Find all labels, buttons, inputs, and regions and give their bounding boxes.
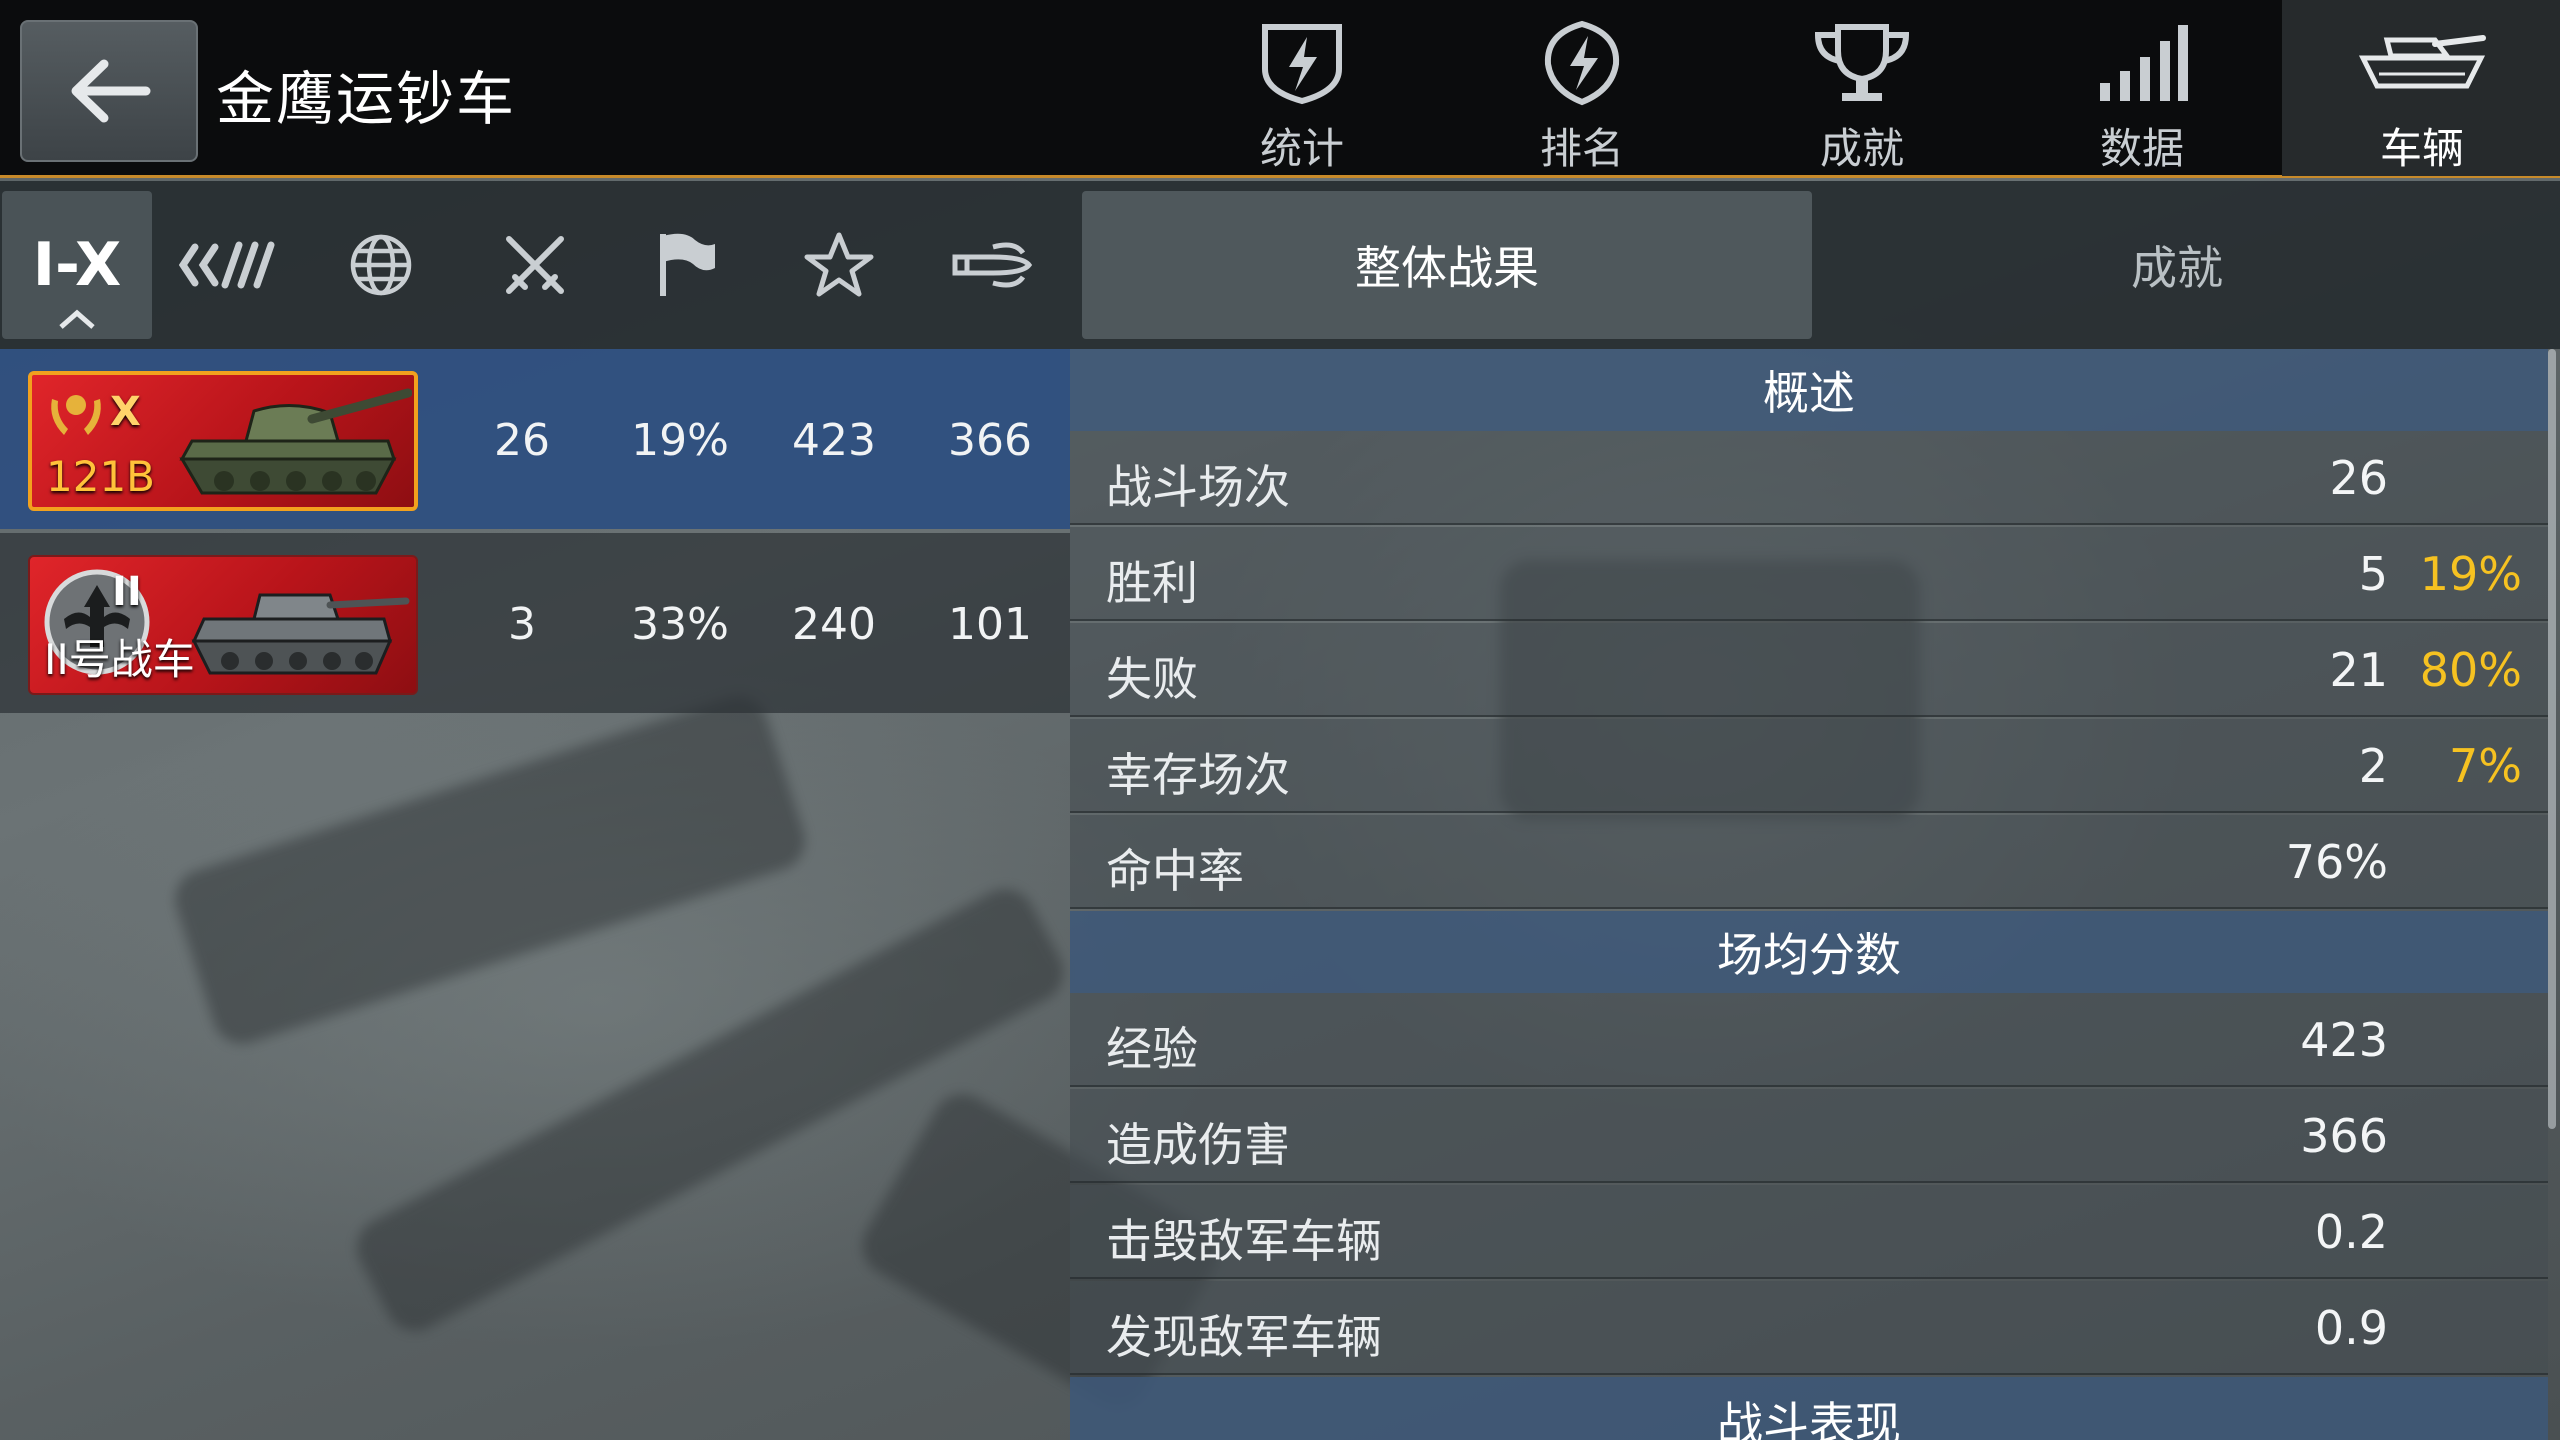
nation-globe-icon xyxy=(350,234,412,296)
stats-tab-bar: 整体战果 成就 xyxy=(1070,181,2560,349)
tank-icon xyxy=(2358,34,2486,88)
tab-ranking[interactable]: 排名 xyxy=(1442,0,1722,176)
tank-image xyxy=(191,593,410,675)
tier-filter[interactable]: I-X xyxy=(2,191,152,339)
star-icon xyxy=(804,232,874,297)
vehicle-card: X 121B xyxy=(28,371,418,511)
scrollbar[interactable] xyxy=(2548,349,2556,1129)
top-bar: 金鹰运钞车 统计 排名 成就 数据 车辆 xyxy=(0,0,2560,178)
stat-row: 失败 21 80% xyxy=(1070,623,2548,717)
stat-row: 战斗场次 26 xyxy=(1070,431,2548,525)
stat-row: 造成伤害 366 xyxy=(1070,1089,2548,1183)
tab-statistics[interactable]: 统计 xyxy=(1162,0,1442,176)
vehicle-avg-xp: 240 xyxy=(792,599,876,650)
vehicle-class-filter[interactable] xyxy=(152,191,302,339)
tab-achievements[interactable]: 成就 xyxy=(1722,0,2002,176)
vehicle-avg-xp: 423 xyxy=(792,415,876,466)
section-header-overview: 概述 xyxy=(1070,349,2548,431)
vehicle-win-rate: 33% xyxy=(631,599,729,650)
nation-filter[interactable] xyxy=(306,191,456,339)
tab-overall-results[interactable]: 整体战果 xyxy=(1082,191,1812,339)
filter-bar: I-X xyxy=(0,181,1070,349)
page-title: 金鹰运钞车 xyxy=(216,65,517,133)
tab-vehicles[interactable]: 车辆 xyxy=(2282,0,2560,176)
crossed-swords-icon xyxy=(506,236,564,294)
arrow-left-icon xyxy=(71,59,151,123)
shell-icon xyxy=(952,242,1033,288)
stat-row: 经验 423 xyxy=(1070,993,2548,1087)
vehicle-win-rate: 19% xyxy=(631,415,729,466)
badge-lightning-icon xyxy=(1544,20,1620,105)
trophy-icon xyxy=(1814,23,1910,101)
mode-filter[interactable] xyxy=(612,191,762,339)
shield-lightning-icon xyxy=(1262,23,1342,104)
vehicle-card: II II号战车 xyxy=(28,555,418,695)
tier-laurel-icon xyxy=(51,395,101,435)
vehicle-battles: 3 xyxy=(508,599,536,650)
flag-icon xyxy=(660,233,715,296)
bars-icon xyxy=(2100,24,2188,101)
vehicle-row-pz2[interactable]: II II号战车 3 33% 240 101 xyxy=(0,533,1070,713)
tank-image xyxy=(179,388,412,495)
section-header-average: 场均分数 xyxy=(1070,911,2548,993)
chevron-up-icon xyxy=(59,309,95,329)
battle-type-filter[interactable] xyxy=(460,191,610,339)
stat-row: 击毁敌军车辆 0.2 xyxy=(1070,1185,2548,1279)
ammo-filter[interactable] xyxy=(916,191,1066,339)
section-header-performance: 战斗表现 xyxy=(1070,1377,2548,1440)
tab-data[interactable]: 数据 xyxy=(2002,0,2282,176)
stat-row: 命中率 76% xyxy=(1070,815,2548,909)
stat-row: 胜利 5 19% xyxy=(1070,527,2548,621)
vehicle-avg-damage: 101 xyxy=(948,599,1032,650)
stats-panel[interactable]: 概述 战斗场次 26 胜利 5 19% 失败 21 80% 幸存场次 2 7% … xyxy=(1070,349,2560,1440)
premium-filter[interactable] xyxy=(764,191,914,339)
tab-achievements-detail[interactable]: 成就 xyxy=(1812,191,2542,339)
stat-row: 发现敌军车辆 0.9 xyxy=(1070,1281,2548,1375)
vehicle-avg-damage: 366 xyxy=(948,415,1032,466)
vehicle-row-121b[interactable]: X 121B 26 19% 423 366 xyxy=(0,349,1070,529)
vehicle-class-icon xyxy=(179,241,275,289)
vehicle-battles: 26 xyxy=(494,415,550,466)
back-button[interactable] xyxy=(20,20,198,162)
stat-row: 幸存场次 2 7% xyxy=(1070,719,2548,813)
